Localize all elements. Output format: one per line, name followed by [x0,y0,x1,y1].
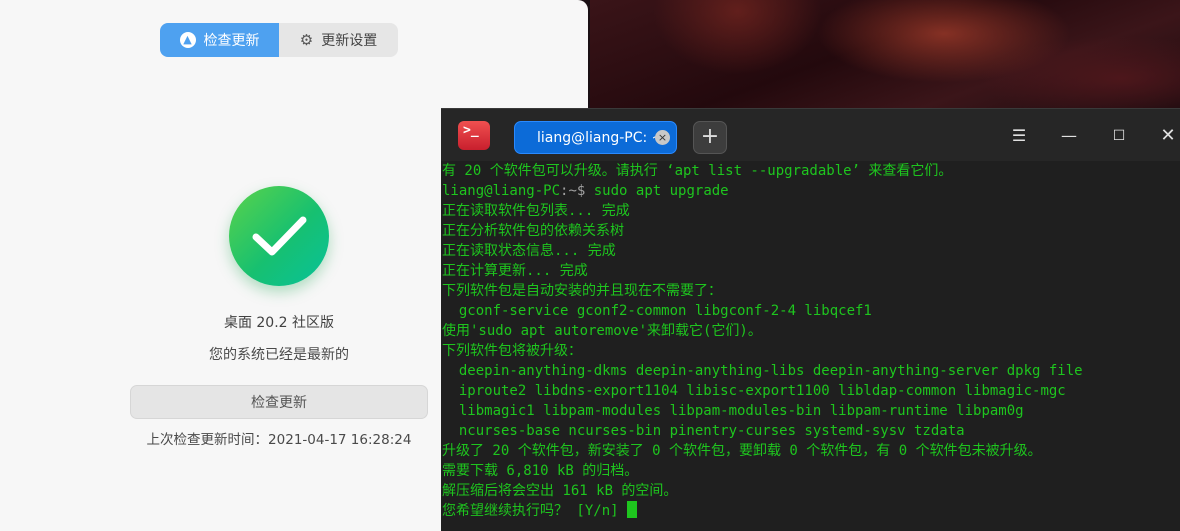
gear-icon: ⚙ [299,31,314,49]
up-to-date-badge [229,186,329,286]
tab-check-update-label: 检查更新 [203,33,260,49]
arrow-up-circle-icon: ▲ [179,32,196,48]
shell-prompt: liang@liang-PC:~$ [442,183,585,199]
prompt-user: liang@liang-PC [442,183,561,199]
terminal-app-icon: >_ [458,121,490,150]
terminal-window: >_ liang@liang-PC: ~ × + ☰ — ☐ ✕ 有 20 个软… [441,108,1180,531]
terminal-titlebar: >_ liang@liang-PC: ~ × + ☰ — ☐ ✕ [441,108,1180,161]
text-cursor [627,501,638,518]
checkmark-icon [252,216,307,256]
terminal-line: 正在计算更新... 完成 [442,263,588,279]
terminal-line: 需要下载 6,810 kB 的归档。 [442,463,639,479]
terminal-line: 解压缩后将会空出 161 kB 的空间。 [442,483,678,499]
terminal-line: 有 20 个软件包可以升级。请执行 ‘apt list --upgradable… [442,163,953,179]
terminal-output[interactable]: 有 20 个软件包可以升级。请执行 ‘apt list --upgradable… [441,161,1180,531]
check-update-button[interactable]: 检查更新 [130,385,428,419]
desktop-wallpaper [590,0,1180,112]
minimize-icon[interactable]: — [1058,125,1080,147]
terminal-line: gconf-service gconf2-common libgconf-2-4… [442,303,872,319]
tab-check-update[interactable]: ▲ 检查更新 [160,23,279,57]
new-tab-button[interactable]: + [693,121,727,154]
terminal-line: 下列软件包将被升级： [442,343,582,359]
terminal-line: ncurses-base ncurses-bin pinentry-curses… [442,423,965,439]
terminal-line: 使用'sudo apt autoremove'来卸载它(它们)。 [442,323,762,339]
tab-update-settings[interactable]: ⚙ 更新设置 [279,23,398,57]
terminal-tab-title: liang@liang-PC: ~ [537,129,664,146]
terminal-tab[interactable]: liang@liang-PC: ~ × [514,121,677,154]
terminal-prompt-line: liang@liang-PC:~$ sudo apt upgrade [442,181,729,201]
terminal-line: 正在分析软件包的依赖关系树 [442,223,624,239]
update-segmented-control: ▲ 检查更新 ⚙ 更新设置 [160,23,398,57]
prompt-path: :~$ [560,183,586,199]
terminal-confirm-line: 您希望继续执行吗？ [Y/n] [442,501,638,521]
maximize-icon[interactable]: ☐ [1108,125,1130,147]
terminal-line: 升级了 20 个软件包，新安装了 0 个软件包，要卸载 0 个软件包，有 0 个… [442,443,1042,459]
terminal-line: 正在读取软件包列表... 完成 [442,203,630,219]
terminal-line: deepin-anything-dkms deepin-anything-lib… [442,363,1083,379]
close-tab-icon[interactable]: × [655,130,670,145]
tab-update-settings-label: 更新设置 [321,33,378,49]
terminal-line: 下列软件包是自动安装的并且现在不需要了： [442,283,722,299]
confirm-prompt: 您希望继续执行吗？ [Y/n] [442,503,628,519]
close-icon[interactable]: ✕ [1157,125,1179,147]
terminal-line: 正在读取状态信息... 完成 [442,243,616,259]
menu-icon[interactable]: ☰ [1008,125,1030,147]
terminal-line: libmagic1 libpam-modules libpam-modules-… [442,403,1024,419]
typed-command: sudo apt upgrade [585,183,729,199]
terminal-line: iproute2 libdns-export1104 libisc-export… [442,383,1066,399]
